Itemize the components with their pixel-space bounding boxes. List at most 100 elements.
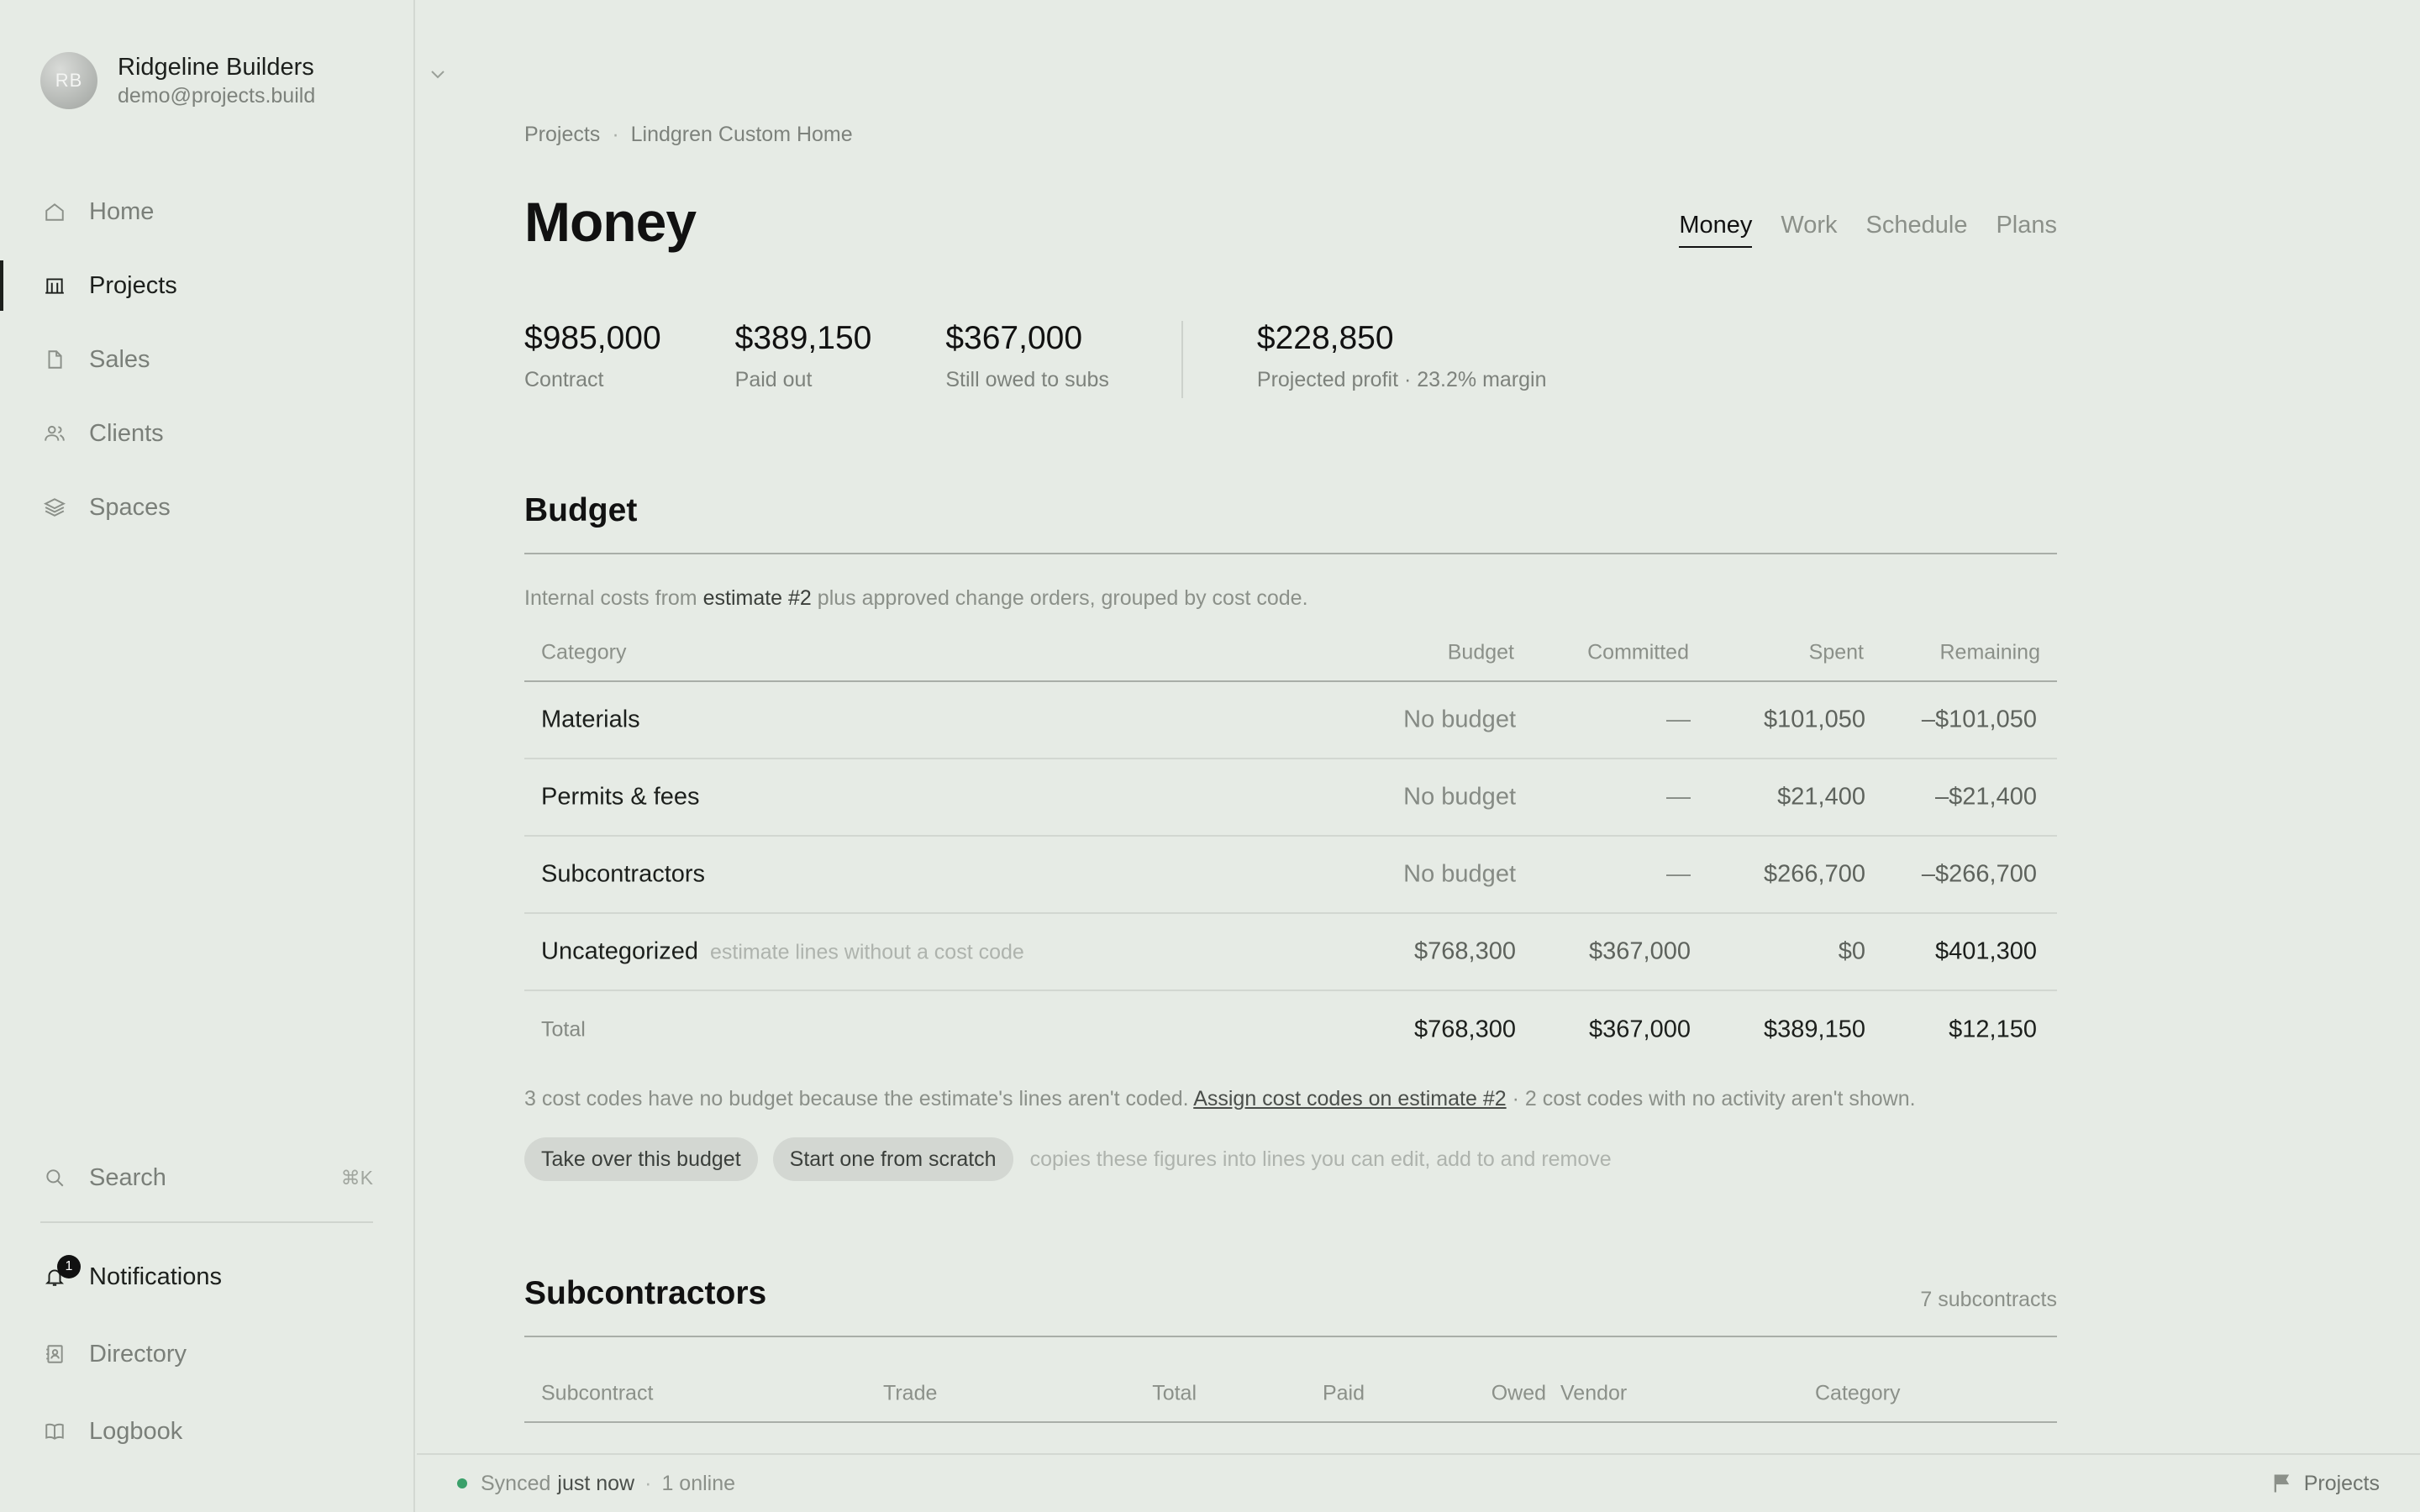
row-spent: $266,700 <box>1764 860 1865 888</box>
table-header: Category Budget Committed Spent Remainin… <box>524 625 2057 682</box>
stat-label: Still owed to subs <box>945 368 1109 391</box>
main-nav: Home Projects Sales Clients Spaces <box>0 175 413 544</box>
sidebar-item-label: Home <box>89 197 155 225</box>
tab-schedule[interactable]: Schedule <box>1866 212 1968 248</box>
total-spent: $389,150 <box>1764 1016 1865 1043</box>
sidebar-item-sales[interactable]: Sales <box>0 323 413 396</box>
budget-footnote: 3 cost codes have no budget because the … <box>524 1087 1916 1111</box>
row-category: Permits & fees <box>541 783 700 811</box>
stat-value: $367,000 <box>945 320 1083 356</box>
row-remaining: –$21,400 <box>1935 783 2037 811</box>
stat-label: Projected profit · 23.2% margin <box>1256 368 1547 391</box>
col-category: Category <box>541 640 627 664</box>
col-category: Category <box>1815 1381 1901 1405</box>
sidebar-item-home[interactable]: Home <box>0 175 413 249</box>
row-category: Subcontractors <box>541 860 706 888</box>
row-category-hint: estimate lines without a cost code <box>710 940 1024 964</box>
sidebar-item-label: Projects <box>89 271 177 299</box>
breadcrumb-project[interactable]: Lindgren Custom Home <box>631 123 853 146</box>
document-icon <box>44 349 66 370</box>
tab-money[interactable]: Money <box>1679 212 1753 248</box>
breadcrumb: Projects · Lindgren Custom Home <box>524 123 853 147</box>
table-row[interactable]: Uncategorized estimate lines without a co… <box>524 914 2057 991</box>
col-remaining: Remaining <box>1939 640 2040 664</box>
breadcrumb-projects[interactable]: Projects <box>524 123 600 146</box>
table-row[interactable]: Subcontractors No budget — $266,700 –$26… <box>524 837 2057 914</box>
take-over-budget-button[interactable]: Take over this budget <box>524 1137 758 1181</box>
breadcrumb-separator: · <box>612 123 619 146</box>
sidebar-item-directory[interactable]: Directory <box>0 1315 413 1393</box>
stat-contract: $985,000 Contract <box>524 319 661 398</box>
table-total-row: Total $768,300 $367,000 $389,150 $12,150 <box>524 991 2057 1068</box>
budget-note-prefix: Internal costs from <box>524 586 697 610</box>
sidebar-item-spaces[interactable]: Spaces <box>0 470 413 544</box>
status-separator: · <box>644 1471 652 1495</box>
money-summary: $985,000 Contract $389,150 Paid out $367… <box>524 319 1621 398</box>
footer-projects-label: Projects <box>2303 1471 2380 1495</box>
tab-plans[interactable]: Plans <box>1996 212 2057 248</box>
start-from-scratch-button[interactable]: Start one from scratch <box>772 1137 1013 1181</box>
search-icon <box>44 1167 66 1189</box>
footnote-prefix: 3 cost codes have no budget because the … <box>524 1087 1189 1110</box>
assign-cost-codes-link[interactable]: Assign cost codes on estimate #2 <box>1193 1087 1506 1110</box>
sidebar-item-projects[interactable]: Projects <box>0 249 413 323</box>
org-switcher[interactable]: RB Ridgeline Builders demo@projects.buil… <box>40 52 445 109</box>
footer-projects-link[interactable]: Projects <box>2270 1472 2380 1496</box>
sidebar-item-clients[interactable]: Clients <box>0 396 413 470</box>
layers-icon <box>44 496 66 518</box>
sidebar-item-label: Spaces <box>89 493 171 521</box>
stat-divider <box>1181 321 1183 398</box>
subcontractors-title: Subcontractors <box>524 1275 767 1311</box>
stat-value: $389,150 <box>734 320 872 356</box>
stat-owed: $367,000 Still owed to subs <box>945 319 1109 398</box>
table-header: Subcontract Trade Total Paid Owed Vendor… <box>524 1366 2057 1423</box>
table-row[interactable]: Materials No budget — $101,050 –$101,050 <box>524 682 2057 759</box>
sidebar-item-logbook[interactable]: Logbook <box>0 1393 413 1470</box>
row-committed: — <box>1666 706 1691 733</box>
sync-status-dot <box>457 1478 467 1488</box>
sidebar-item-label: Directory <box>89 1340 187 1368</box>
subcontract-count: 7 subcontracts <box>1920 1288 2057 1311</box>
stat-value: $985,000 <box>524 320 661 356</box>
budget-actions: Take over this budget Start one from scr… <box>524 1137 1612 1181</box>
sync-label: Synced <box>481 1471 551 1495</box>
col-vendor: Vendor <box>1560 1381 1628 1405</box>
stat-paid-out: $389,150 Paid out <box>735 319 872 398</box>
tab-work[interactable]: Work <box>1781 212 1837 248</box>
sidebar-item-label: Sales <box>89 345 150 373</box>
col-spent: Spent <box>1808 640 1864 664</box>
row-spent: $101,050 <box>1764 706 1865 733</box>
sidebar-item-label: Clients <box>89 419 164 447</box>
row-committed: — <box>1666 783 1691 811</box>
row-committed: $367,000 <box>1589 937 1691 965</box>
sync-time: just now <box>557 1471 635 1495</box>
row-remaining: –$101,050 <box>1921 706 2037 733</box>
users-icon <box>44 423 66 444</box>
total-budget: $768,300 <box>1414 1016 1516 1043</box>
sidebar-item-notifications[interactable]: 1 Notifications <box>0 1238 413 1315</box>
row-committed: — <box>1666 860 1691 888</box>
chevron-down-icon[interactable] <box>431 62 445 84</box>
status-bar: Synced just now · 1 online Projects <box>417 1453 2420 1512</box>
row-category-label: Uncategorized <box>541 937 698 965</box>
notification-count-badge: 1 <box>57 1255 81 1278</box>
stat-projected-profit: $228,850 Projected profit · 23.2% margin <box>1257 319 1547 398</box>
search-button[interactable]: Search ⌘K <box>0 1141 413 1215</box>
org-name: Ridgeline Builders <box>118 54 314 81</box>
total-label: Total <box>541 1017 586 1042</box>
total-remaining: $12,150 <box>1949 1016 2037 1043</box>
subcontractors-table: Subcontract Trade Total Paid Owed Vendor… <box>524 1366 2057 1423</box>
row-budget: No budget <box>1403 783 1516 811</box>
sidebar-item-label: Logbook <box>89 1417 183 1445</box>
online-count: 1 online <box>661 1471 736 1495</box>
row-spent: $21,400 <box>1777 783 1865 811</box>
search-label: Search <box>89 1163 166 1191</box>
contact-book-icon <box>44 1343 66 1365</box>
table-row[interactable]: Permits & fees No budget — $21,400 –$21,… <box>524 759 2057 837</box>
row-spent: $0 <box>1838 937 1865 965</box>
estimate-link[interactable]: estimate #2 <box>703 586 812 610</box>
actions-hint: copies these figures into lines you can … <box>1029 1147 1612 1171</box>
col-committed: Committed <box>1587 640 1689 664</box>
row-budget: $768,300 <box>1414 937 1516 965</box>
col-owed: Owed <box>1491 1381 1546 1405</box>
